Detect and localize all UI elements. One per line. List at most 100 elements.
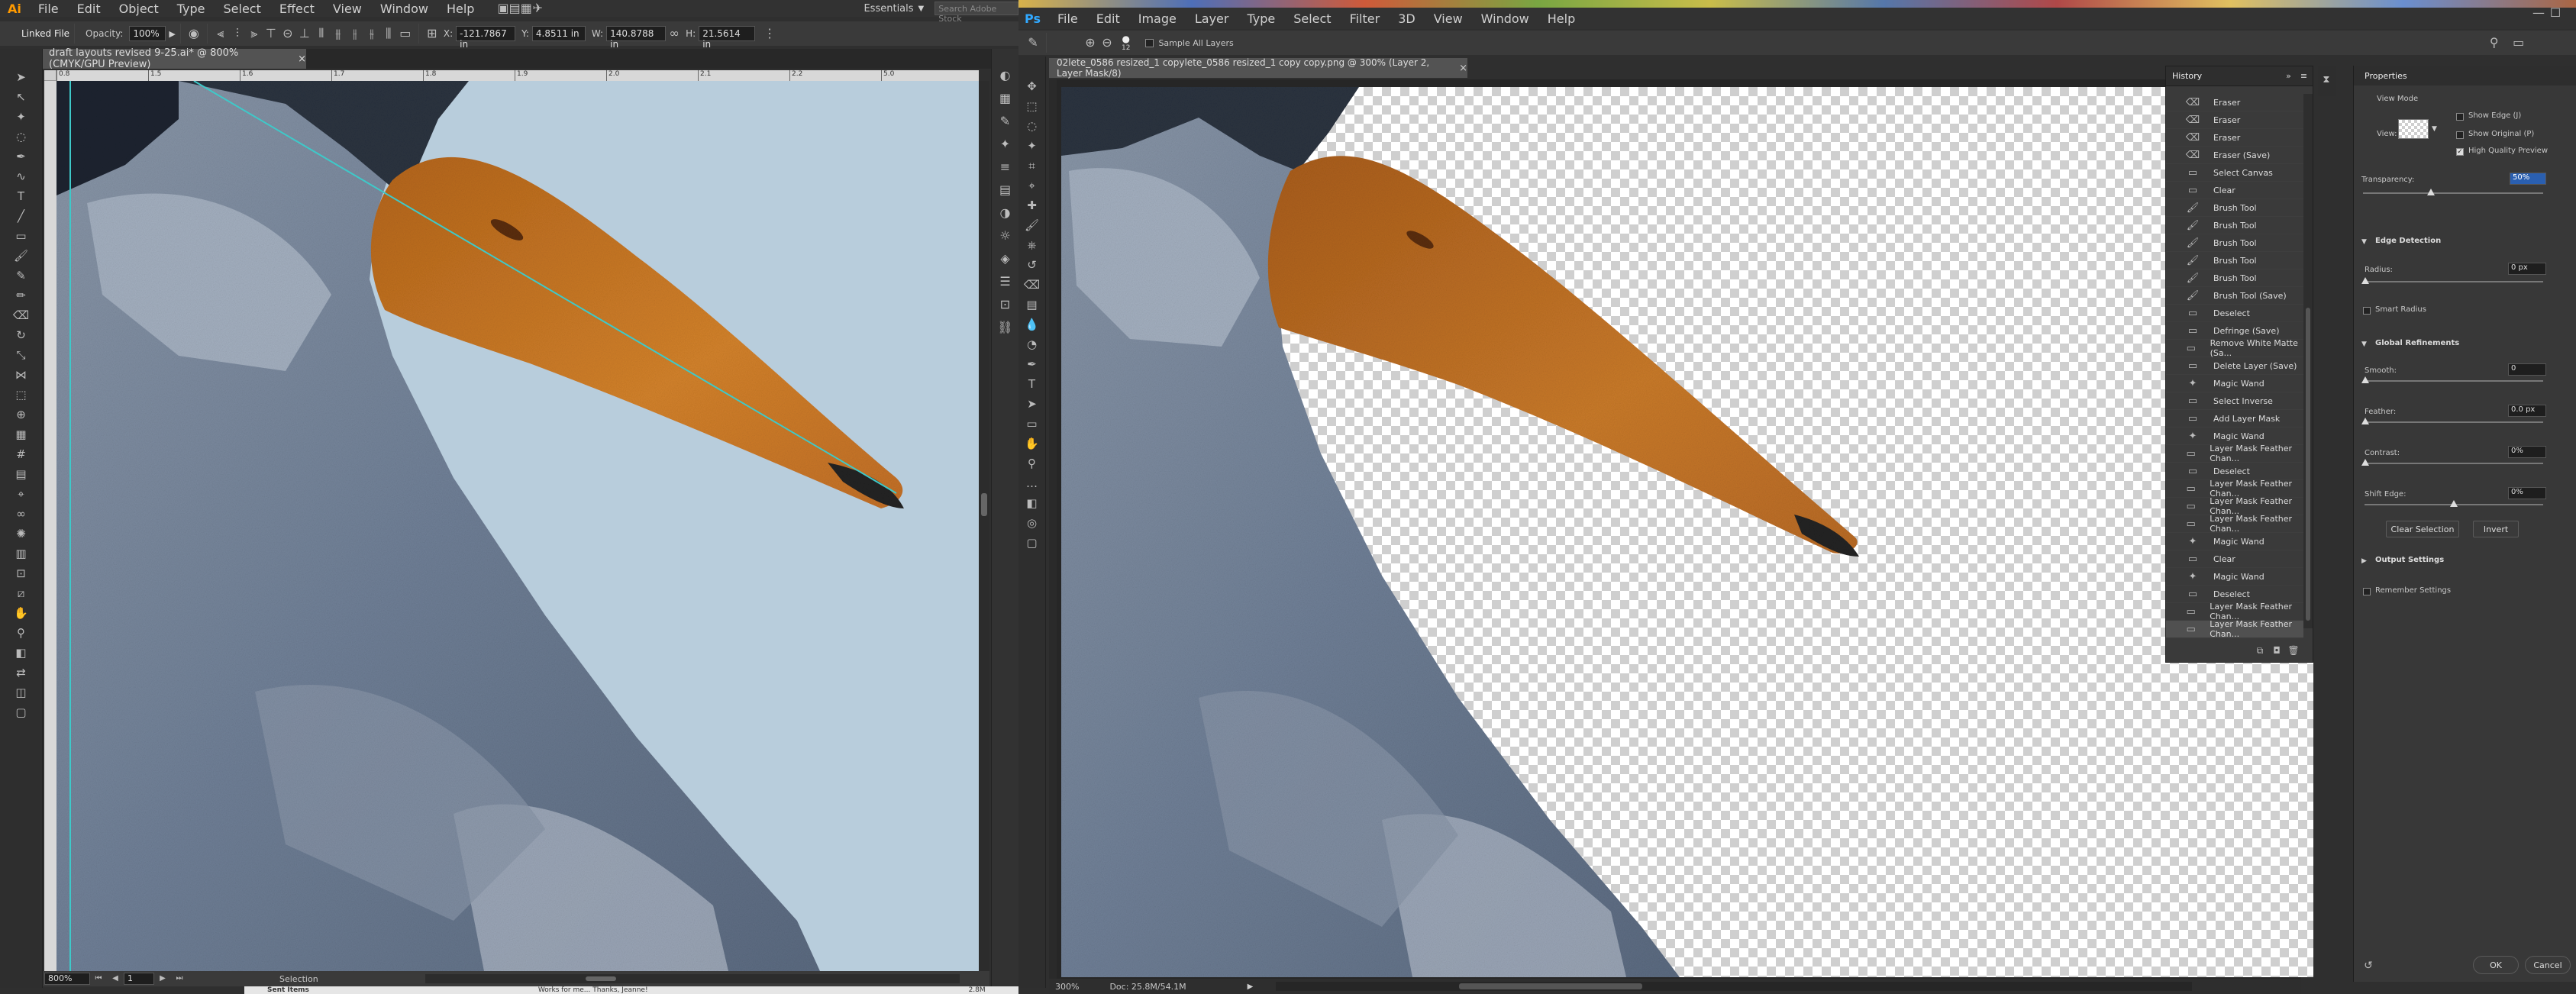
ai-menu-edit[interactable]: Edit <box>68 2 110 16</box>
hand-tool-icon[interactable]: ✋ <box>1021 434 1044 453</box>
ai-h-field[interactable]: 21.5614 in <box>699 26 756 50</box>
ai-menu-window[interactable]: Window <box>371 2 437 16</box>
ps-transparency-slider[interactable] <box>2363 189 2543 195</box>
ps-delete-state-icon[interactable]: 🗑 <box>2285 642 2302 659</box>
distribute-middle-icon[interactable]: ⫼ <box>380 25 397 42</box>
align-to-icon[interactable]: ▭ <box>397 25 414 42</box>
ai-menu-effect[interactable]: Effect <box>270 2 324 16</box>
ps-menu-help[interactable]: Help <box>1538 11 1584 26</box>
history-state[interactable]: ▭ Clear <box>2166 550 2303 568</box>
ps-new-snapshot-icon[interactable]: ◘ <box>2268 642 2285 659</box>
ps-smooth-slider[interactable] <box>2361 376 2543 383</box>
history-state[interactable]: 🖌 Brush Tool <box>2166 199 2303 217</box>
ok-button[interactable]: OK <box>2473 956 2519 974</box>
ps-history-menu-icon[interactable]: ≡ <box>2300 71 2307 81</box>
ps-view-thumbnail[interactable] <box>2398 119 2429 139</box>
align-top-icon[interactable]: ⊤ <box>263 25 279 42</box>
history-state[interactable]: 🖌 Brush Tool <box>2166 217 2303 234</box>
ps-menu-type[interactable]: Type <box>1238 11 1284 26</box>
artboard-tool-icon[interactable]: ⊡ <box>10 563 33 583</box>
ai-status-tool[interactable]: Selection <box>279 974 318 984</box>
ps-feather-slider[interactable] <box>2361 418 2543 424</box>
distribute-top-icon[interactable]: ⫳ <box>363 25 380 42</box>
ps-horizontal-scroll-thumb[interactable] <box>1459 983 1643 989</box>
ps-radius-field[interactable]: 0 px <box>2508 263 2546 275</box>
arrange-documents-icon[interactable]: ▦ <box>521 0 532 17</box>
ps-menu-window[interactable]: Window <box>1472 11 1538 26</box>
history-state[interactable]: ▭ Defringe (Save) <box>2166 322 2303 340</box>
taskbar-item-message[interactable]: Works for me... Thanks, Jeanne! <box>538 986 648 994</box>
history-state[interactable]: 🖌 Brush Tool <box>2166 234 2303 252</box>
ps-horizontal-scrollbar[interactable] <box>1276 982 2193 991</box>
ps-contrast-slider-knob[interactable] <box>2361 459 2369 466</box>
ai-last-artboard-icon[interactable]: ⏭ <box>171 970 188 987</box>
curvature-tool-icon[interactable]: ∿ <box>10 166 33 186</box>
distribute-center-icon[interactable]: ⫵ <box>330 25 347 42</box>
eraser-tool-icon[interactable]: ⌫ <box>1021 275 1044 295</box>
align-bottom-icon[interactable]: ⊥ <box>296 25 313 42</box>
dodge-tool-icon[interactable]: ◔ <box>1021 334 1044 354</box>
ai-opacity-field[interactable]: 100% <box>129 26 166 41</box>
hand-tool-icon[interactable]: ✋ <box>10 603 33 623</box>
history-state[interactable]: ▭ Layer Mask Feather Chan... <box>2166 514 2303 534</box>
zoom-tool-icon[interactable]: ⚲ <box>10 623 33 643</box>
ps-contrast-field[interactable]: 0% <box>2508 446 2546 458</box>
swap-colors-icon[interactable]: ⇄ <box>10 663 33 683</box>
clear-selection-button[interactable]: Clear Selection <box>2386 521 2459 537</box>
recolor-icon[interactable]: ◉ <box>186 25 202 42</box>
layers-panel-icon[interactable]: ☰ <box>997 273 1014 290</box>
gradient-tool-icon[interactable]: ▤ <box>1021 295 1044 315</box>
ps-feather-slider-knob[interactable] <box>2361 418 2369 424</box>
quick-mask-icon[interactable]: ◎ <box>1021 513 1044 533</box>
ps-menu-image[interactable]: Image <box>1129 11 1186 26</box>
type-tool-icon[interactable]: T <box>1021 374 1044 394</box>
history-state[interactable]: 🖌 Brush Tool <box>2166 252 2303 269</box>
magic-wand-tool-icon[interactable]: ✦ <box>10 107 33 127</box>
stroke-panel-icon[interactable]: ≡ <box>997 159 1014 176</box>
ps-smart-radius-checkbox[interactable] <box>2363 307 2371 315</box>
history-state[interactable]: ⌫ Eraser <box>2166 111 2303 129</box>
blur-tool-icon[interactable]: 💧 <box>1021 315 1044 334</box>
marquee-tool-icon[interactable]: ⬚ <box>1021 96 1044 116</box>
history-state[interactable]: ✦ Magic Wand <box>2166 533 2303 550</box>
shape-tool-icon[interactable]: ▭ <box>1021 414 1044 434</box>
ai-workspace-chevron-down-icon[interactable]: ▼ <box>918 5 925 13</box>
ps-remember-settings-label[interactable]: Remember Settings <box>2375 586 2451 595</box>
history-state[interactable]: ⌫ Eraser <box>2166 94 2303 111</box>
ai-ruler-origin[interactable] <box>44 70 56 81</box>
align-right-icon[interactable]: ⫸ <box>246 25 263 42</box>
constrain-proportions-icon[interactable]: ∞ <box>666 25 683 42</box>
ps-high-quality-label[interactable]: High Quality Preview <box>2468 147 2548 155</box>
ps-menu-layer[interactable]: Layer <box>1186 11 1238 26</box>
pen-tool-icon[interactable]: ✒ <box>10 147 33 166</box>
maximize-icon[interactable]: ☐ <box>2547 5 2564 21</box>
ps-new-document-from-state-icon[interactable]: ⧉ <box>2252 642 2268 659</box>
ps-menu-filter[interactable]: Filter <box>1341 11 1390 26</box>
stock-icon[interactable]: ▤ <box>509 0 521 17</box>
ps-history-title[interactable]: History <box>2172 71 2202 81</box>
mesh-tool-icon[interactable]: # <box>10 444 33 464</box>
quick-selection-tool-icon[interactable]: ✦ <box>1021 136 1044 156</box>
fill-stroke-icon[interactable]: ◧ <box>10 643 33 663</box>
rotate-tool-icon[interactable]: ↻ <box>10 325 33 345</box>
type-tool-icon[interactable]: T <box>10 186 33 206</box>
ps-doc-tab-close-icon[interactable]: × <box>1459 63 1467 74</box>
eyedropper-tool-icon[interactable]: ⌖ <box>10 484 33 504</box>
spot-healing-tool-icon[interactable]: ✚ <box>1021 195 1044 215</box>
history-state[interactable]: ✦ Magic Wand <box>2166 568 2303 586</box>
blend-tool-icon[interactable]: ∞ <box>10 504 33 524</box>
distribute-right-icon[interactable]: ⫲ <box>347 25 363 42</box>
ai-vertical-scrollbar[interactable] <box>979 81 989 971</box>
ps-history-collapse-icon[interactable]: » <box>2286 71 2291 81</box>
history-state[interactable]: ▭ Deselect <box>2166 305 2303 322</box>
ai-menu-help[interactable]: Help <box>437 2 483 16</box>
ps-transparency-field[interactable]: 50% <box>2510 173 2546 185</box>
align-center-icon[interactable]: ⫶ <box>229 25 246 42</box>
ps-properties-title[interactable]: Properties <box>2365 71 2407 81</box>
gradient-tool-icon[interactable]: ▤ <box>10 464 33 484</box>
clone-stamp-tool-icon[interactable]: ⎈ <box>1021 235 1044 255</box>
ai-menu-select[interactable]: Select <box>215 2 270 16</box>
ps-edge-detection-chevron-icon[interactable]: ▼ <box>2361 238 2367 246</box>
ps-doc-size[interactable]: Doc: 25.8M/54.1M <box>1109 982 1186 992</box>
ai-menu-type[interactable]: Type <box>168 2 215 16</box>
